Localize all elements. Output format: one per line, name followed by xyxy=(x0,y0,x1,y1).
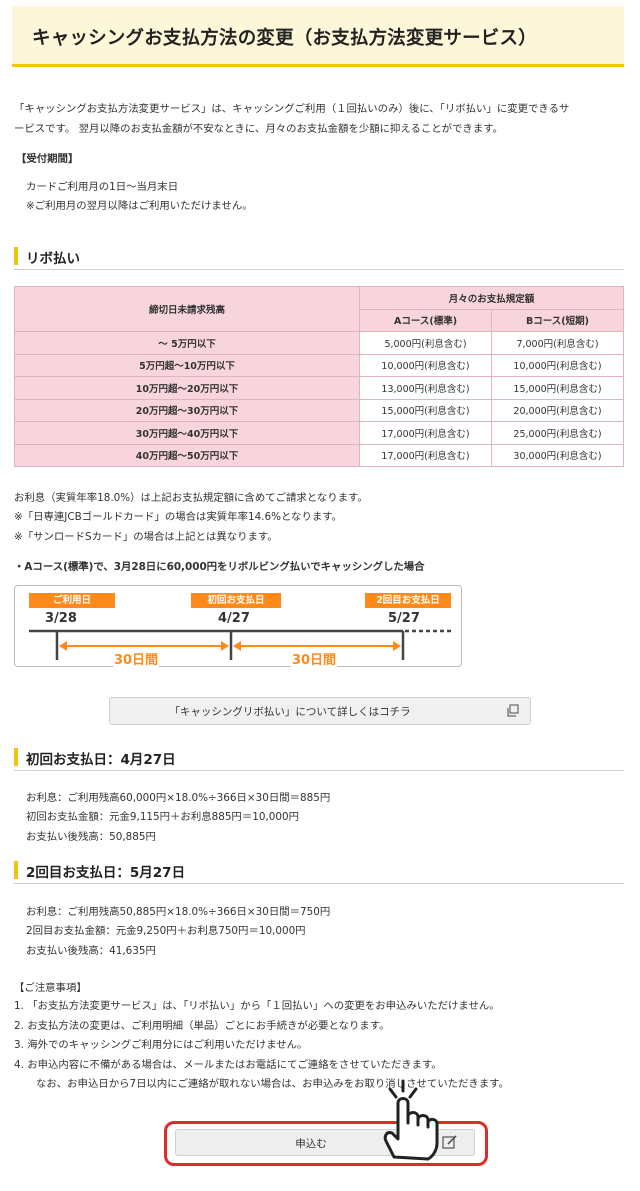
intro-text-line2: ービスです。 翌月以降のお支払金額が不安なときに、月々のお支払金額を少額に抑える… xyxy=(14,123,503,135)
period-line2: ※ご利用月の翌月以降はご利用いただけません。 xyxy=(26,200,253,212)
revo-detail-link-button[interactable]: 「キャッシングリボ払い」について詳しくはコチラ xyxy=(109,697,531,725)
table-row: 10万円超～20万円以下 13,000円(利息含む) 15,000円(利息含む) xyxy=(14,376,624,400)
course-a-cell: 17,000円(利息含む) xyxy=(359,443,492,467)
course-b-cell: 10,000円(利息含む) xyxy=(491,353,624,377)
course-b-cell: 20,000円(利息含む) xyxy=(491,398,624,422)
section-accent-bar xyxy=(14,247,18,265)
table-header-course-b: Bコース(短期) xyxy=(491,308,624,332)
course-a-cell: 10,000円(利息含む) xyxy=(359,353,492,377)
course-b-cell: 25,000円(利息含む) xyxy=(491,421,624,445)
period-heading: 【受付期間】 xyxy=(16,153,79,165)
page-title: キャッシングお支払方法の変更（お支払方法変更サービス） xyxy=(32,28,537,49)
first-payment-balance: お支払い後残高：50,885円 xyxy=(26,831,156,843)
timeline-span-2: 30日間 xyxy=(291,649,337,668)
interest-note: お利息（実質年率18.0%）は上記お支払規定額に含めてご請求となります。 xyxy=(14,492,368,504)
cautions-heading: 【ご注意事項】 xyxy=(14,982,87,994)
balance-cell: 30万円超～40万円以下 xyxy=(14,421,360,445)
second-payment-amount: 2回目お支払金額：元金9,250円＋お利息750円＝10,000円 xyxy=(26,925,306,937)
table-row: ～ 5万円以下 5,000円(利息含む) 7,000円(利息含む) xyxy=(14,331,624,355)
period-line1: カードご利用月の1日～当月末日 xyxy=(26,181,179,193)
course-a-cell: 15,000円(利息含む) xyxy=(359,398,492,422)
balance-cell: 20万円超～30万円以下 xyxy=(14,398,360,422)
section-title: 2回目お支払日：5月27日 xyxy=(26,865,186,881)
second-payment-interest: お利息：ご利用残高50,885円×18.0%÷366日×30日間＝750円 xyxy=(26,906,331,918)
course-a-cell: 5,000円(利息含む) xyxy=(359,331,492,355)
jcb-gold-note: ※「日専連JCBゴールドカード」の場合は実質年率14.6%となります。 xyxy=(14,511,342,523)
external-link-icon xyxy=(507,704,519,717)
section-heading-second-payment: 2回目お支払日：5月27日 xyxy=(14,861,624,884)
intro-text-line1: 「キャッシングお支払方法変更サービス」は、キャッシングご利用（１回払いのみ）後に… xyxy=(14,103,570,115)
first-payment-interest: お利息：ご利用残高60,000円×18.0%÷366日×30日間＝885円 xyxy=(26,792,331,804)
table-header-balance: 締切日未請求残高 xyxy=(14,286,360,332)
example-title: ・Aコース(標準)で、3月28日に60,000円をリボルビング払いでキャッシング… xyxy=(14,561,425,573)
timeline-graphic xyxy=(29,629,451,660)
payment-rate-table: 締切日未請求残高 月々のお支払規定額 Aコース(標準) Bコース(短期) ～ 5… xyxy=(14,286,624,467)
revo-detail-link-label: 「キャッシングリボ払い」について詳しくはコチラ xyxy=(169,706,411,718)
section-title: 初回お支払日：4月27日 xyxy=(26,752,176,768)
section-accent-bar xyxy=(14,861,18,879)
course-b-cell: 7,000円(利息含む) xyxy=(491,331,624,355)
caution-item: 4. お申込内容に不備がある場合は、メールまたはお電話にてご連絡をさせていただき… xyxy=(14,1059,442,1071)
balance-cell: 5万円超～10万円以下 xyxy=(14,353,360,377)
section-heading-revo: リボ払い xyxy=(14,247,624,270)
balance-cell: 10万円超～20万円以下 xyxy=(14,376,360,400)
caution-item: 2. お支払方法の変更は、ご利用明細（単品）ごとにお手続きが必要となります。 xyxy=(14,1020,390,1032)
balance-cell: ～ 5万円以下 xyxy=(14,331,360,355)
course-b-cell: 30,000円(利息含む) xyxy=(491,443,624,467)
second-payment-balance: お支払い後残高：41,635円 xyxy=(26,945,156,957)
table-row: 20万円超～30万円以下 15,000円(利息含む) 20,000円(利息含む) xyxy=(14,398,624,422)
course-a-cell: 17,000円(利息含む) xyxy=(359,421,492,445)
payment-timeline: ご利用日 初回お支払日 2回目お支払日 3/28 4/27 5/27 30日間 … xyxy=(14,585,462,668)
table-header-group: 月々のお支払規定額 xyxy=(359,286,624,310)
section-heading-first-payment: 初回お支払日：4月27日 xyxy=(14,748,624,771)
balance-cell: 40万円超～50万円以下 xyxy=(14,443,360,467)
course-b-cell: 15,000円(利息含む) xyxy=(491,376,624,400)
page-header: キャッシングお支払方法の変更（お支払方法変更サービス） xyxy=(12,6,624,67)
table-header-course-a: Aコース(標準) xyxy=(359,308,492,332)
course-a-cell: 13,000円(利息含む) xyxy=(359,376,492,400)
first-payment-amount: 初回お支払金額：元金9,115円＋お利息885円＝10,000円 xyxy=(26,811,299,823)
caution-item: 3. 海外でのキャッシングご利用分にはご利用いただけません。 xyxy=(14,1039,308,1051)
timeline-span-1: 30日間 xyxy=(113,649,159,668)
pointing-hand-icon xyxy=(383,1079,439,1161)
section-accent-bar xyxy=(14,748,18,766)
table-row: 5万円超～10万円以下 10,000円(利息含む) 10,000円(利息含む) xyxy=(14,353,624,377)
section-title: リボ払い xyxy=(26,251,80,267)
sunroad-note: ※「サンロードSカード」の場合は上記とは異なります。 xyxy=(14,531,278,543)
caution-item: 1. 「お支払方法変更サービス」は、「リボ払い」から「１回払い」への変更をお申込… xyxy=(14,1000,500,1012)
table-row: 40万円超～50万円以下 17,000円(利息含む) 30,000円(利息含む) xyxy=(14,443,624,467)
table-row: 30万円超～40万円以下 17,000円(利息含む) 25,000円(利息含む) xyxy=(14,421,624,445)
